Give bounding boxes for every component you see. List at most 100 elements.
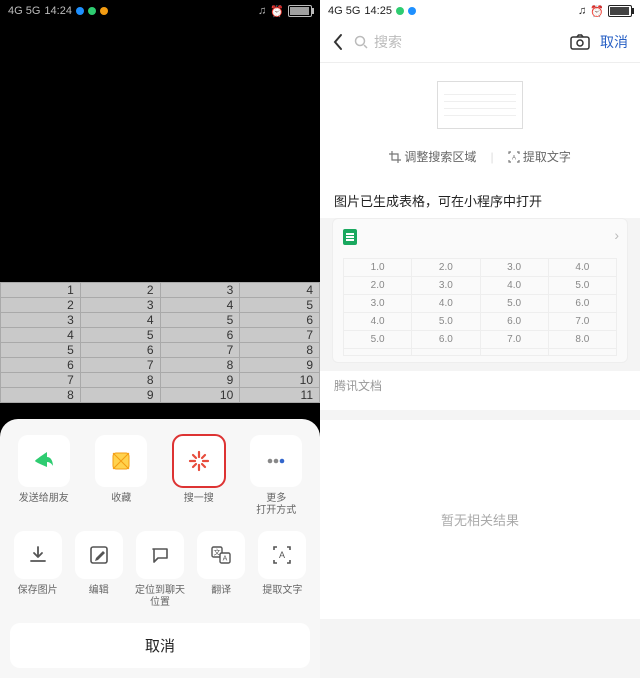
share-to-friends-icon: [18, 435, 70, 487]
cell: 4: [160, 298, 240, 313]
cell: 5: [160, 313, 240, 328]
cell: 3: [1, 313, 81, 328]
action-label: 编辑: [89, 585, 109, 597]
search-input[interactable]: 搜索: [354, 32, 560, 52]
crop-icon: [389, 151, 401, 163]
section-title: 图片已生成表格，可在小程序中打开: [320, 179, 640, 218]
provider-label: 腾讯文档: [320, 371, 640, 410]
alarm-icon: ⏰: [590, 5, 604, 18]
cell: 8: [80, 373, 160, 388]
cell: 5.0: [412, 313, 480, 331]
cell: 2: [80, 283, 160, 298]
chevron-right-icon: ›: [614, 227, 619, 243]
svg-text:A: A: [279, 550, 285, 560]
action-translate[interactable]: 文A翻译: [194, 531, 249, 609]
cell: 7: [160, 343, 240, 358]
cell: 5.0: [480, 295, 548, 313]
cancel-link[interactable]: 取消: [600, 32, 628, 52]
svg-text:A: A: [512, 156, 516, 162]
cell: 3.0: [480, 259, 548, 277]
cell: 2.0: [412, 259, 480, 277]
crop-area-button[interactable]: 调整搜索区域: [389, 148, 476, 165]
cell: 2: [1, 298, 81, 313]
notif-dot-2: [88, 7, 96, 15]
action-locate-chat[interactable]: 定位到聊天 位置: [132, 531, 187, 609]
status-bar-right: 4G 5G 14:25 ♫ ⏰: [320, 0, 640, 22]
cell: 5: [80, 328, 160, 343]
cell: 2.0: [344, 277, 412, 295]
clock-left: 14:24: [44, 5, 72, 17]
search-header: 搜索 取消: [320, 22, 640, 63]
action-label: 保存图片: [18, 585, 58, 597]
cell: 9: [240, 358, 320, 373]
cell: 3: [80, 298, 160, 313]
cell: 3: [160, 283, 240, 298]
generated-table-card[interactable]: › 1.02.03.04.02.03.04.05.03.04.05.06.04.…: [332, 218, 628, 363]
back-icon[interactable]: [332, 33, 344, 51]
cancel-button[interactable]: 取消: [10, 623, 310, 668]
action-share-to-friends[interactable]: 发送给朋友: [10, 435, 78, 517]
cell: 10: [160, 388, 240, 403]
edit-icon: [75, 531, 123, 579]
headset-icon: ♫: [258, 5, 266, 17]
search-placeholder: 搜索: [374, 32, 402, 52]
cell: 5: [240, 298, 320, 313]
tencent-doc-icon: [343, 229, 357, 245]
action-label: 定位到聊天 位置: [135, 585, 185, 609]
extract-text-button[interactable]: A 提取文字: [508, 148, 571, 165]
cell: 4: [240, 283, 320, 298]
cell: 6: [160, 328, 240, 343]
cell: 6.0: [548, 295, 616, 313]
cell: 6: [1, 358, 81, 373]
extract-text-icon: A: [258, 531, 306, 579]
battery-icon: [608, 5, 632, 17]
cell: 1.0: [344, 259, 412, 277]
cell: 4.0: [412, 295, 480, 313]
action-save-image[interactable]: 保存图片: [10, 531, 65, 609]
locate-chat-icon: [136, 531, 184, 579]
svg-text:A: A: [223, 556, 228, 563]
cell: 3.0: [412, 277, 480, 295]
action-edit[interactable]: 编辑: [71, 531, 126, 609]
action-sheet: 发送给朋友收藏 搜一搜更多 打开方式 保存图片 编辑 定位到聊天 位置文A翻译A提取文…: [0, 419, 320, 678]
cell: 9: [160, 373, 240, 388]
clock-right: 14:25: [364, 5, 392, 17]
action-search-scan[interactable]: 搜一搜: [165, 435, 233, 517]
action-more-open-with[interactable]: 更多 打开方式: [243, 435, 311, 517]
cell: 9: [80, 388, 160, 403]
cell: 4.0: [548, 259, 616, 277]
search-scan-icon: [173, 435, 225, 487]
cell: 8: [1, 388, 81, 403]
battery-icon: [288, 5, 312, 17]
background-spreadsheet: 12342345345645675678678978910891011: [0, 282, 320, 403]
cell: 8: [160, 358, 240, 373]
cell: 5.0: [344, 331, 412, 349]
scan-text-icon: A: [508, 151, 520, 163]
favorite-icon: [95, 435, 147, 487]
search-thumbnail[interactable]: [437, 81, 523, 129]
notif-dot-1: [396, 7, 404, 15]
save-image-icon: [14, 531, 62, 579]
action-extract-text[interactable]: A提取文字: [255, 531, 310, 609]
cell: 4.0: [344, 313, 412, 331]
cell: 3.0: [344, 295, 412, 313]
network-label: 4G 5G: [8, 5, 40, 17]
cell: 7.0: [548, 313, 616, 331]
action-favorite[interactable]: 收藏: [88, 435, 156, 517]
cell: 10: [240, 373, 320, 388]
camera-icon[interactable]: [570, 34, 590, 50]
translate-icon: 文A: [197, 531, 245, 579]
cell: 5.0: [548, 277, 616, 295]
action-label: 收藏: [111, 493, 131, 505]
divider: |: [490, 150, 493, 164]
notif-dot-2: [408, 7, 416, 15]
cell: 8.0: [548, 331, 616, 349]
alarm-icon: ⏰: [270, 5, 284, 18]
more-open-with-icon: [250, 435, 302, 487]
search-icon: [354, 35, 368, 49]
cell: 11: [240, 388, 320, 403]
cell: 6.0: [412, 331, 480, 349]
cell: [548, 349, 616, 356]
cell: 6: [240, 313, 320, 328]
cell: 6.0: [480, 313, 548, 331]
